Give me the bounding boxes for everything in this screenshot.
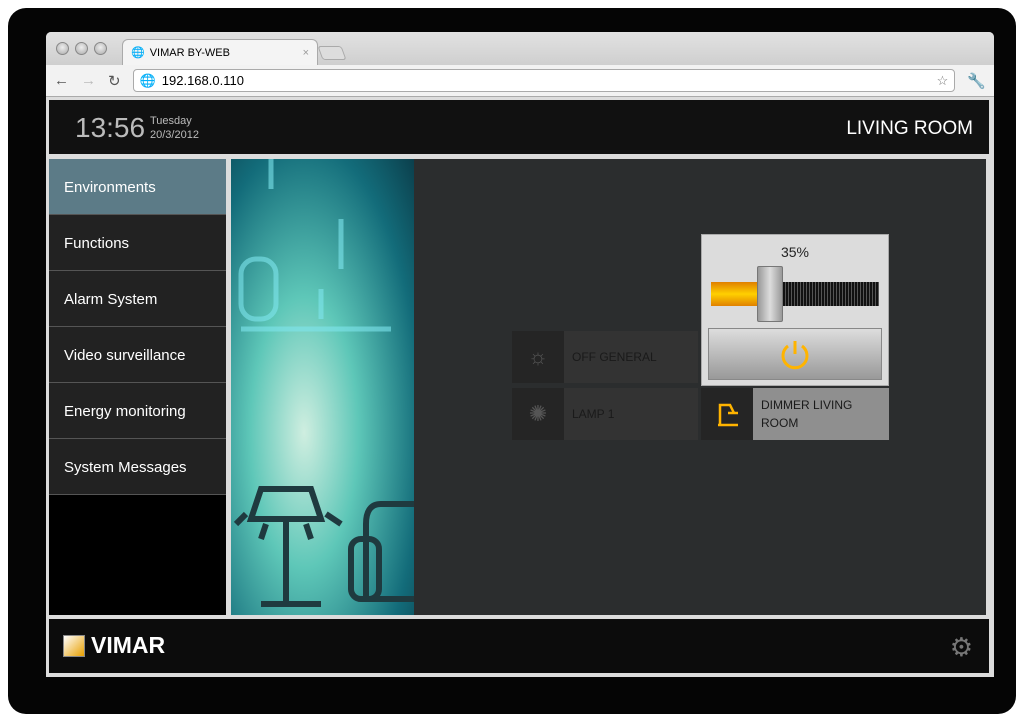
app-header: 13:56 Tuesday 20/3/2012 LIVING ROOM: [49, 100, 989, 154]
page-title: LIVING ROOM: [846, 118, 973, 139]
date: 20/3/2012: [150, 129, 199, 141]
minimize-button[interactable]: [75, 42, 88, 55]
reload-icon[interactable]: ↻: [108, 72, 121, 90]
dimmer-slider[interactable]: [711, 266, 879, 322]
lamp-sofa-illustration: [233, 159, 414, 607]
clock-date: Tuesday 20/3/2012: [150, 114, 199, 142]
close-window-button[interactable]: [56, 42, 69, 55]
ceiling-lamp-icon: [701, 388, 753, 440]
dimmer-level: 35%: [780, 244, 810, 260]
sidebar-item-environments[interactable]: Environments: [49, 159, 226, 215]
off-general-label: OFF GENERAL: [572, 350, 657, 364]
forward-icon[interactable]: →: [81, 72, 96, 89]
window-shadow: 🌐 VIMAR BY-WEB × ← → ↻ 🌐 192.168.0.110 ☆ 🔧 1…: [8, 8, 1016, 714]
lamp-1-label: LAMP 1: [572, 407, 615, 421]
browser-toolbar: ← → ↻ 🌐 192.168.0.110 ☆ 🔧: [46, 65, 994, 97]
address-bar[interactable]: 🌐 192.168.0.110 ☆: [132, 69, 956, 92]
label-line: DIMMER LIVING: [761, 398, 853, 412]
weekday: Tuesday: [150, 115, 192, 127]
vimar-logo-icon: [63, 634, 85, 657]
tab-bar: 🌐 VIMAR BY-WEB ×: [46, 32, 994, 65]
new-tab-button[interactable]: [317, 46, 347, 60]
browser-tab[interactable]: 🌐 VIMAR BY-WEB ×: [122, 39, 318, 65]
power-toggle-button[interactable]: [708, 328, 882, 380]
sidebar: Environments Functions Alarm System Vide…: [49, 159, 226, 615]
zoom-button[interactable]: [94, 42, 107, 55]
dimmer-living-room-button[interactable]: DIMMER LIVING ROOM: [701, 388, 889, 440]
brand-name: VIMAR: [91, 632, 166, 658]
lamp-icon: ✺: [512, 388, 564, 440]
house-exit-icon: ☼: [512, 331, 564, 383]
slider-handle[interactable]: [756, 266, 783, 322]
globe-icon: 🌐: [139, 72, 156, 88]
lamp-1-button[interactable]: ✺ LAMP 1: [512, 388, 698, 440]
bookmark-star-icon[interactable]: ☆: [937, 73, 949, 89]
app-page: 13:56 Tuesday 20/3/2012 LIVING ROOM Envir…: [46, 97, 994, 677]
app-footer: VIMAR ⚙: [49, 619, 989, 673]
room-illustration: [231, 159, 414, 615]
devices-area: ☼ OFF GENERAL ✺ LAMP 1 35% DIMMER LIVING…: [414, 159, 986, 615]
sidebar-item-alarm-system[interactable]: Alarm System: [49, 271, 226, 327]
sidebar-item-energy-monitoring[interactable]: Energy monitoring: [49, 383, 226, 439]
sidebar-item-system-messages[interactable]: System Messages: [49, 439, 226, 495]
dimmer-living-room-label: DIMMER LIVING ROOM: [753, 388, 852, 440]
wrench-icon[interactable]: 🔧: [967, 72, 986, 90]
sidebar-item-video-surveillance[interactable]: Video surveillance: [49, 327, 226, 383]
label-line: ROOM: [761, 416, 799, 430]
off-general-button[interactable]: ☼ OFF GENERAL: [512, 331, 698, 383]
dimmer-panel: 35%: [701, 234, 889, 386]
browser-window: 🌐 VIMAR BY-WEB × ← → ↻ 🌐 192.168.0.110 ☆ 🔧 1…: [46, 32, 994, 677]
power-icon: [781, 341, 809, 370]
clock-time: 13:56: [75, 112, 146, 143]
close-tab-icon[interactable]: ×: [303, 47, 309, 59]
vimar-logo: VIMAR: [63, 632, 165, 659]
url-text: 192.168.0.110: [161, 73, 244, 88]
tab-title: VIMAR BY-WEB: [149, 46, 230, 59]
gear-icon[interactable]: ⚙: [950, 632, 973, 663]
sidebar-item-functions[interactable]: Functions: [49, 215, 226, 271]
back-icon[interactable]: ←: [54, 72, 69, 89]
window-controls[interactable]: [56, 42, 107, 55]
globe-icon: 🌐: [131, 47, 145, 59]
